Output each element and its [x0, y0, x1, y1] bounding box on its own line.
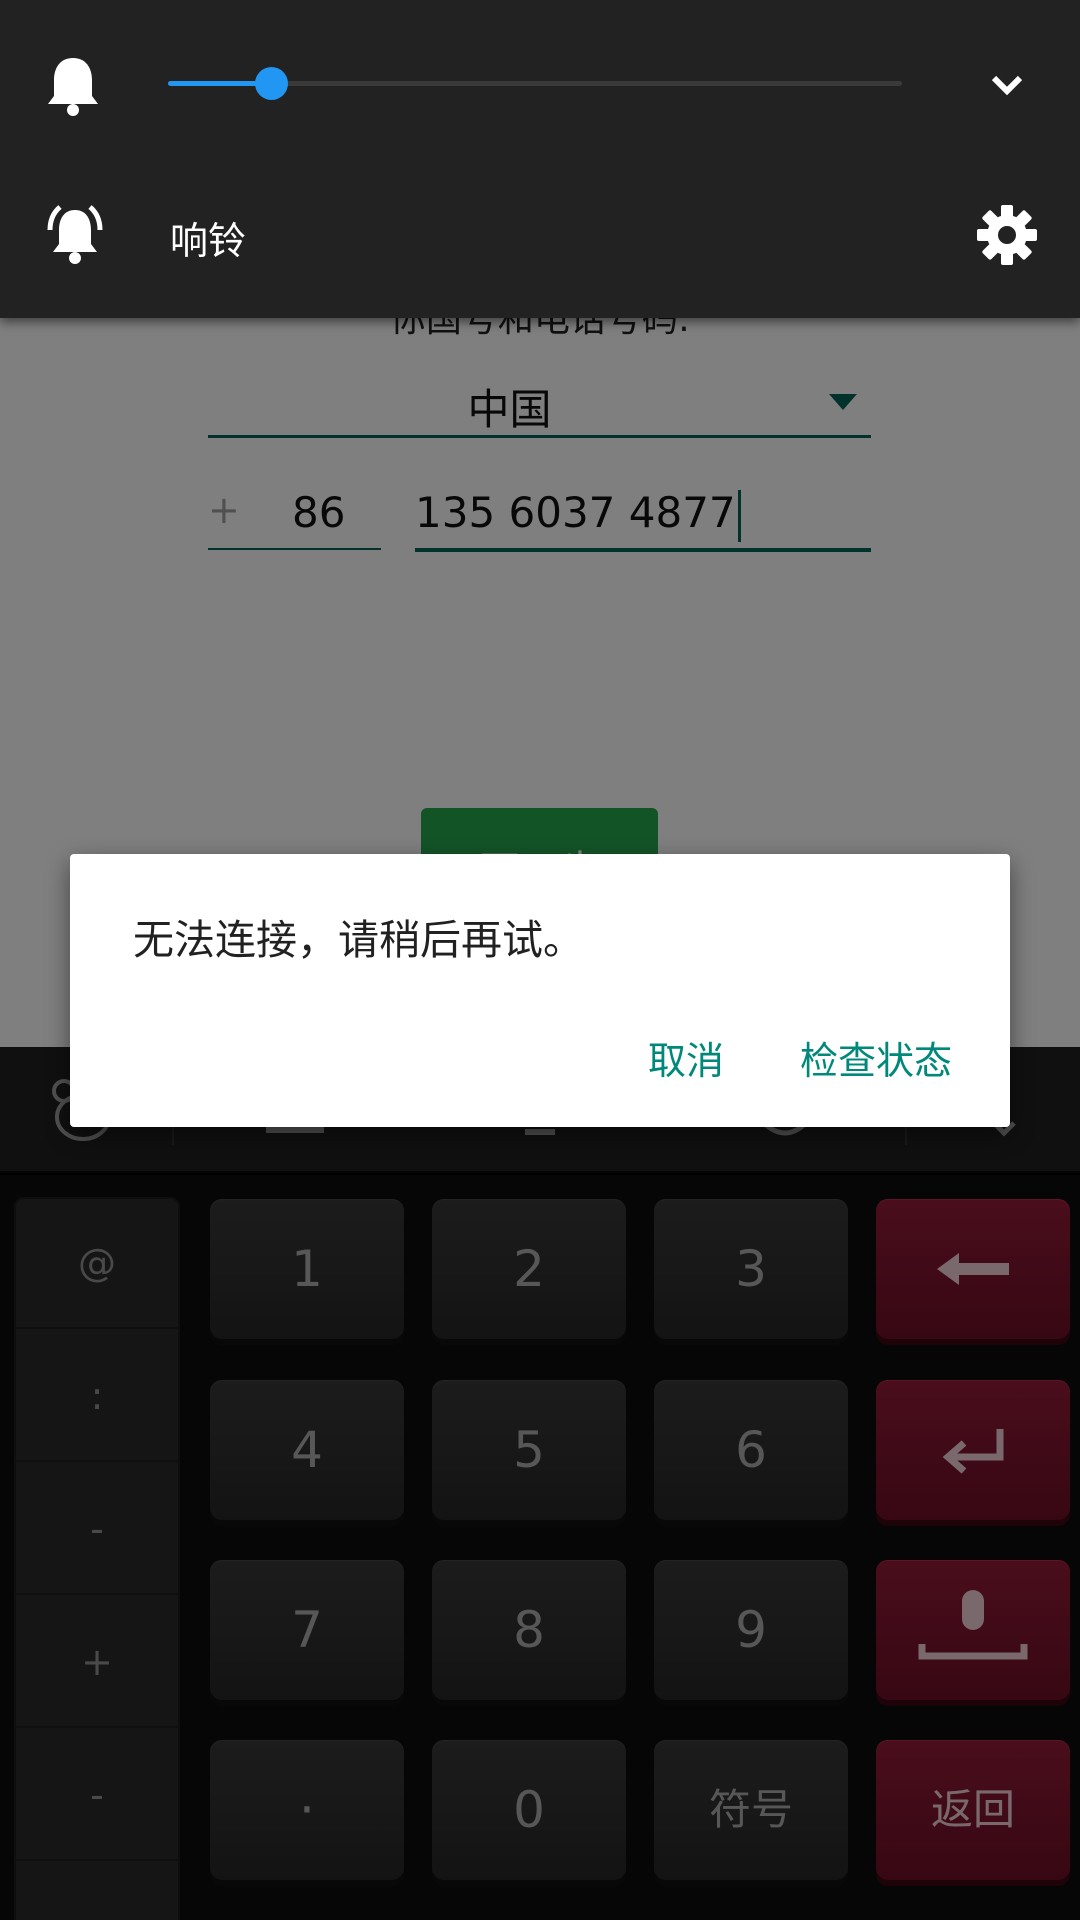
volume-slider[interactable] [168, 67, 902, 100]
ringer-mode-label: 响铃 [170, 219, 247, 263]
volume-panel: 响铃 [0, 0, 1080, 318]
check-status-button[interactable]: 检查状态 [800, 1030, 952, 1085]
cancel-button[interactable]: 取消 [648, 1030, 724, 1085]
ringing-bell-icon[interactable] [40, 200, 110, 270]
gear-icon[interactable] [972, 200, 1042, 270]
volume-slider-thumb[interactable] [254, 67, 288, 100]
error-dialog: 无法连接，请稍后再试。 取消 检查状态 [70, 854, 1010, 1127]
dialog-message: 无法连接，请稍后再试。 [133, 916, 584, 964]
bell-icon[interactable] [38, 50, 108, 120]
chevron-down-icon[interactable] [972, 50, 1042, 120]
